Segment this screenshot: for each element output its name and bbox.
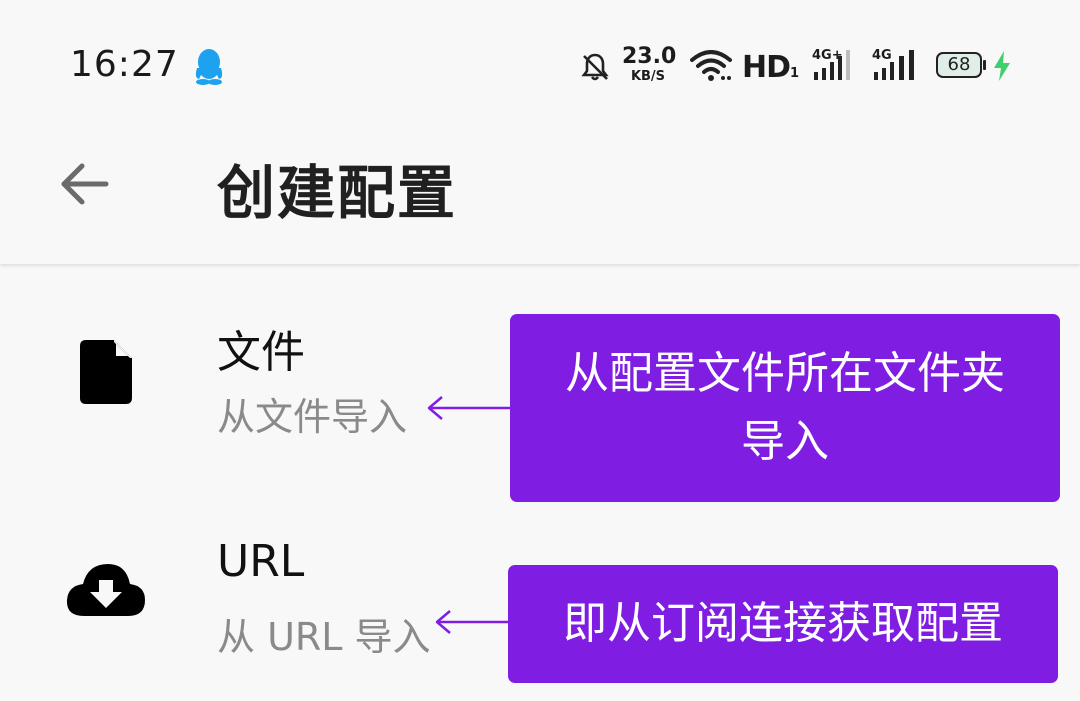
app-bar: 创建配置 xyxy=(0,130,1080,264)
cloud-download-icon xyxy=(66,560,146,622)
status-bar: 16:27 23.0 KB/S HD1 4G+ 4G 68 xyxy=(0,0,1080,130)
net-speed-value: 23.0 xyxy=(622,44,677,69)
mute-bell-icon xyxy=(580,52,610,86)
annotation-arrow-2 xyxy=(434,608,510,640)
qq-icon xyxy=(192,48,226,90)
annotation-1-line1: 从配置文件所在文件夹 xyxy=(565,348,1005,399)
annotation-callout-2: 即从订阅连接获取配置 xyxy=(508,565,1058,683)
annotation-2-line1: 即从订阅连接获取配置 xyxy=(563,598,1003,649)
annotation-arrow-1 xyxy=(426,394,512,426)
wifi-icon xyxy=(690,50,732,86)
page-title: 创建配置 xyxy=(217,159,458,227)
annotation-1-line2: 导入 xyxy=(741,416,829,467)
item-title-file: 文件 xyxy=(217,327,305,378)
item-title-url: URL xyxy=(217,536,305,587)
file-icon xyxy=(80,340,132,408)
net-speed-unit: KB/S xyxy=(630,69,666,84)
net-speed: 23.0 KB/S xyxy=(622,44,677,84)
hd-sub-label: 1 xyxy=(790,66,799,81)
hd-label: HD xyxy=(742,50,791,85)
arrow-left-icon xyxy=(61,163,109,205)
back-button[interactable] xyxy=(56,156,112,212)
battery-nub xyxy=(983,60,986,70)
item-subtitle-url: 从 URL 导入 xyxy=(217,615,431,659)
hd-voice-indicator: HD1 xyxy=(742,50,799,85)
charging-bolt-icon xyxy=(991,50,1013,86)
item-subtitle-file: 从文件导入 xyxy=(217,395,408,439)
battery-icon: 68 xyxy=(936,52,982,78)
annotation-callout-1: 从配置文件所在文件夹 导入 xyxy=(510,314,1060,502)
battery-level: 68 xyxy=(947,54,971,75)
status-time: 16:27 xyxy=(70,44,179,85)
